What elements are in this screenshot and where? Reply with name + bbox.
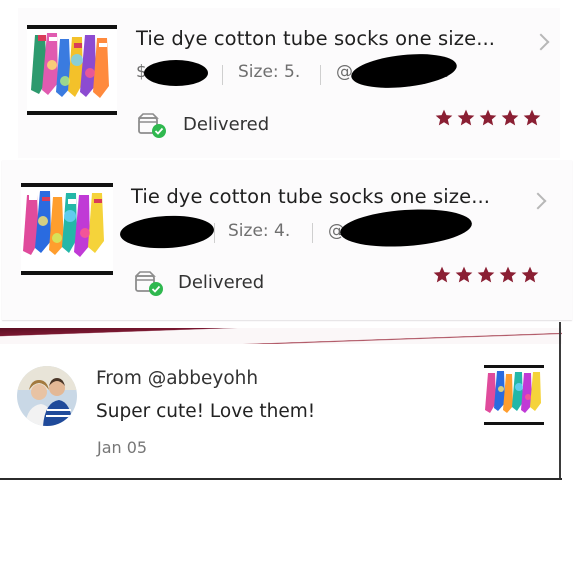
package-check-icon [135, 271, 165, 297]
divider [214, 223, 215, 243]
order-card[interactable]: Tie dye cotton tube socks one size... Si… [2, 160, 572, 320]
redaction-mark [349, 49, 459, 93]
rating-stars [434, 108, 542, 128]
redaction-mark [119, 213, 215, 251]
divider [320, 65, 321, 85]
rating-stars [432, 265, 540, 285]
order-card[interactable]: Tie dye cotton tube socks one size... $ … [18, 8, 560, 158]
star-icon [432, 265, 452, 285]
star-icon [456, 108, 476, 128]
review-author[interactable]: From @abbeyohh [96, 368, 258, 389]
accent-bar [0, 328, 562, 344]
product-thumbnail[interactable] [484, 365, 544, 425]
tie-dye-socks-image [21, 187, 113, 271]
delivery-status: Delivered [178, 272, 265, 293]
package-check-icon [138, 113, 168, 139]
star-icon [454, 265, 474, 285]
star-icon [476, 265, 496, 285]
tie-dye-socks-image [27, 29, 117, 111]
size-label: Size: 4. [228, 221, 291, 241]
product-title[interactable]: Tie dye cotton tube socks one size... [136, 27, 495, 50]
chevron-right-icon[interactable] [529, 192, 547, 210]
divider [0, 478, 562, 480]
chevron-right-icon[interactable] [532, 33, 550, 51]
seller-handle[interactable]: @ h [336, 62, 449, 82]
product-thumbnail[interactable] [27, 25, 117, 115]
delivery-status: Delivered [183, 114, 270, 135]
redaction-mark [338, 205, 474, 251]
seller-handle-prefix: @ [336, 62, 353, 82]
star-icon [498, 265, 518, 285]
review-card: From @abbeyohh Super cute! Love them! Ja… [0, 322, 562, 480]
divider [312, 223, 313, 243]
star-icon [434, 108, 454, 128]
divider [222, 65, 223, 85]
star-icon [520, 265, 540, 285]
review-text: Super cute! Love them! [96, 401, 316, 422]
reviewer-photo [17, 366, 77, 426]
screenshot-canvas: Tie dye cotton tube socks one size... $ … [0, 0, 580, 580]
redaction-mark [144, 60, 208, 86]
review-date: Jan 05 [97, 438, 148, 457]
star-icon [500, 108, 520, 128]
product-thumbnail[interactable] [21, 183, 113, 275]
avatar[interactable] [17, 366, 77, 426]
star-icon [522, 108, 542, 128]
product-title[interactable]: Tie dye cotton tube socks one size... [131, 185, 490, 208]
star-icon [478, 108, 498, 128]
divider [559, 322, 561, 480]
size-label: Size: 5. [238, 62, 301, 82]
tie-dye-socks-image [485, 371, 541, 413]
